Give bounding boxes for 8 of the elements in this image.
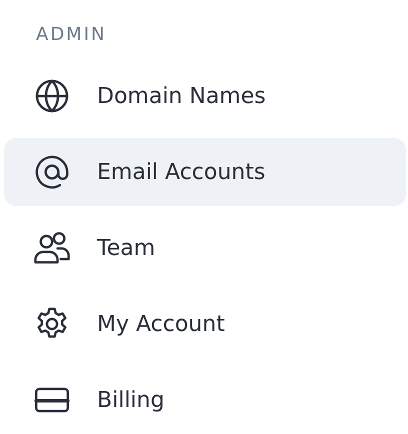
nav-item[interactable]: Email Accounts — [4, 138, 406, 206]
nav-item[interactable]: Domain Names — [4, 62, 406, 130]
globe-icon — [33, 77, 71, 115]
section-title: ADMIN — [36, 23, 106, 47]
at-sign-icon — [33, 153, 71, 191]
nav-item[interactable]: Team — [4, 214, 406, 282]
nav-item[interactable]: My Account — [4, 290, 406, 358]
nav-item[interactable]: Billing — [4, 366, 406, 434]
